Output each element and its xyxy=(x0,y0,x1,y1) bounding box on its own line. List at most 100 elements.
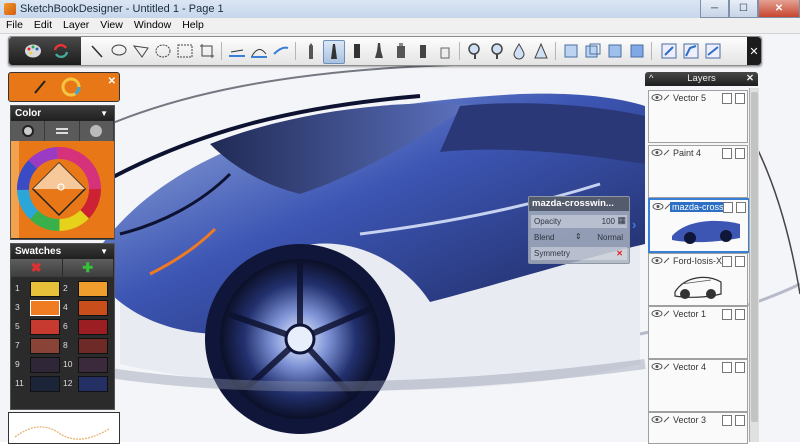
color-wheel-tab[interactable] xyxy=(11,121,46,141)
maximize-button[interactable]: ☐ xyxy=(729,0,758,18)
panel-menu-arrow-icon[interactable]: ▼ xyxy=(100,106,108,121)
brush-color-puck[interactable] xyxy=(23,73,93,101)
lock-icon[interactable] xyxy=(723,202,733,213)
lock-icon[interactable] xyxy=(722,256,732,267)
crop-icon[interactable] xyxy=(197,40,217,62)
visibility-eye-icon[interactable] xyxy=(651,148,671,157)
copy-icon[interactable] xyxy=(735,362,745,373)
swatch-chip[interactable] xyxy=(78,376,108,392)
menu-help[interactable]: Help xyxy=(176,18,209,33)
transform-icon[interactable] xyxy=(659,40,679,62)
copy-icon[interactable] xyxy=(735,93,745,104)
brush-panel-close-button[interactable]: ✕ xyxy=(108,76,116,87)
color-sphere-tab[interactable] xyxy=(80,121,114,141)
sync-icon[interactable] xyxy=(51,40,71,62)
visibility-eye-icon[interactable] xyxy=(651,415,671,424)
marker-icon[interactable] xyxy=(347,40,367,62)
blend-spinner-icon[interactable]: ⇕ xyxy=(575,232,582,241)
opacity-value[interactable]: 100 xyxy=(602,217,615,226)
lock-icon[interactable] xyxy=(722,93,732,104)
eraser-icon[interactable] xyxy=(435,40,455,62)
symmetry-control[interactable]: Symmetry ✕ xyxy=(531,247,627,260)
swatch-chip[interactable] xyxy=(30,338,60,354)
layer-merge-icon[interactable] xyxy=(605,40,625,62)
expand-chevron-icon[interactable]: › xyxy=(632,217,636,232)
copy-icon[interactable] xyxy=(735,148,745,159)
add-swatch-button[interactable]: ✚ xyxy=(62,259,114,277)
swatch-chip[interactable] xyxy=(78,357,108,373)
smudge-icon[interactable] xyxy=(487,40,507,62)
layer-item[interactable]: Vector 5 xyxy=(648,90,748,143)
layer-item-selected[interactable]: mazda-crosswin... xyxy=(648,198,750,253)
layer-item[interactable]: Vector 1 xyxy=(648,306,748,359)
layer-item[interactable]: Vector 4 xyxy=(648,359,748,412)
menu-edit[interactable]: Edit xyxy=(28,18,57,33)
layers-close-button[interactable]: ✕ xyxy=(746,72,754,86)
opacity-control[interactable]: Opacity 100 ▦ xyxy=(531,215,627,228)
collapse-arrow-icon[interactable]: ^ xyxy=(649,72,653,86)
menu-file[interactable]: File xyxy=(0,18,28,33)
palette-icon[interactable] xyxy=(23,40,43,62)
menu-window[interactable]: Window xyxy=(128,18,176,33)
panel-menu-arrow-icon[interactable]: ▼ xyxy=(100,244,108,259)
swatch-chip[interactable] xyxy=(30,319,60,335)
lock-icon[interactable] xyxy=(722,415,732,426)
rect-select-icon[interactable] xyxy=(175,40,195,62)
layer-item[interactable]: Ford-Iosis-X-... xyxy=(648,253,748,306)
copy-icon[interactable] xyxy=(735,256,745,267)
visibility-eye-icon[interactable] xyxy=(652,202,672,211)
french-curve-icon[interactable] xyxy=(271,40,291,62)
swatch-chip[interactable] xyxy=(78,338,108,354)
pen-icon[interactable] xyxy=(323,40,345,64)
lock-icon[interactable] xyxy=(722,362,732,373)
layers-scrollbar[interactable] xyxy=(749,88,759,442)
layer-move-icon[interactable] xyxy=(627,40,647,62)
blur-icon[interactable] xyxy=(509,40,529,62)
pencil-icon[interactable] xyxy=(301,40,321,62)
blend-value[interactable]: Normal xyxy=(597,233,623,242)
swatch-chip[interactable] xyxy=(30,376,60,392)
airbrush-icon[interactable] xyxy=(391,40,411,62)
lock-icon[interactable] xyxy=(722,309,732,320)
layer-duplicate-icon[interactable] xyxy=(583,40,603,62)
layer-new-icon[interactable] xyxy=(561,40,581,62)
close-window-button[interactable]: ✕ xyxy=(758,0,800,18)
visibility-eye-icon[interactable] xyxy=(651,93,671,102)
color-wheel[interactable] xyxy=(11,141,114,238)
symmetry-off-icon[interactable]: ✕ xyxy=(616,249,623,258)
visibility-eye-icon[interactable] xyxy=(651,362,671,371)
swatch-chip[interactable] xyxy=(78,300,108,316)
magnifier-icon[interactable] xyxy=(465,40,485,62)
pen-select-icon[interactable] xyxy=(87,40,107,62)
ellipse-select-icon[interactable] xyxy=(153,40,173,62)
line-tool-icon[interactable] xyxy=(227,40,247,62)
layer-item[interactable]: Paint 4 xyxy=(648,145,748,198)
polygon-lasso-icon[interactable] xyxy=(131,40,151,62)
toolbar-close-button[interactable]: ✕ xyxy=(747,37,761,65)
swatch-chip[interactable] xyxy=(30,281,60,297)
layer-item[interactable]: Vector 3 xyxy=(648,412,748,444)
copy-icon[interactable] xyxy=(735,309,745,320)
color-sliders-tab[interactable] xyxy=(45,121,80,141)
swatch-chip[interactable] xyxy=(78,319,108,335)
blend-control[interactable]: Blend ⇕ Normal xyxy=(531,231,627,244)
copy-icon[interactable] xyxy=(735,415,745,426)
lock-icon[interactable] xyxy=(722,148,732,159)
menu-view[interactable]: View xyxy=(94,18,128,33)
swatch-chip[interactable] xyxy=(30,357,60,373)
visibility-eye-icon[interactable] xyxy=(651,309,671,318)
scrollbar-thumb[interactable] xyxy=(751,92,758,422)
grid-icon[interactable]: ▦ xyxy=(617,215,626,226)
remove-swatch-button[interactable]: ✖ xyxy=(11,259,63,277)
fill-icon[interactable] xyxy=(703,40,723,62)
paintbrush-icon[interactable] xyxy=(369,40,389,62)
lasso-icon[interactable] xyxy=(109,40,129,62)
highlighter-icon[interactable] xyxy=(413,40,433,62)
copy-icon[interactable] xyxy=(736,202,746,213)
visibility-eye-icon[interactable] xyxy=(651,256,671,265)
sharpen-icon[interactable] xyxy=(531,40,551,62)
swatch-chip[interactable] xyxy=(78,281,108,297)
distort-icon[interactable] xyxy=(681,40,701,62)
minimize-button[interactable]: ─ xyxy=(700,0,729,18)
swatch-chip-selected[interactable] xyxy=(30,300,60,316)
